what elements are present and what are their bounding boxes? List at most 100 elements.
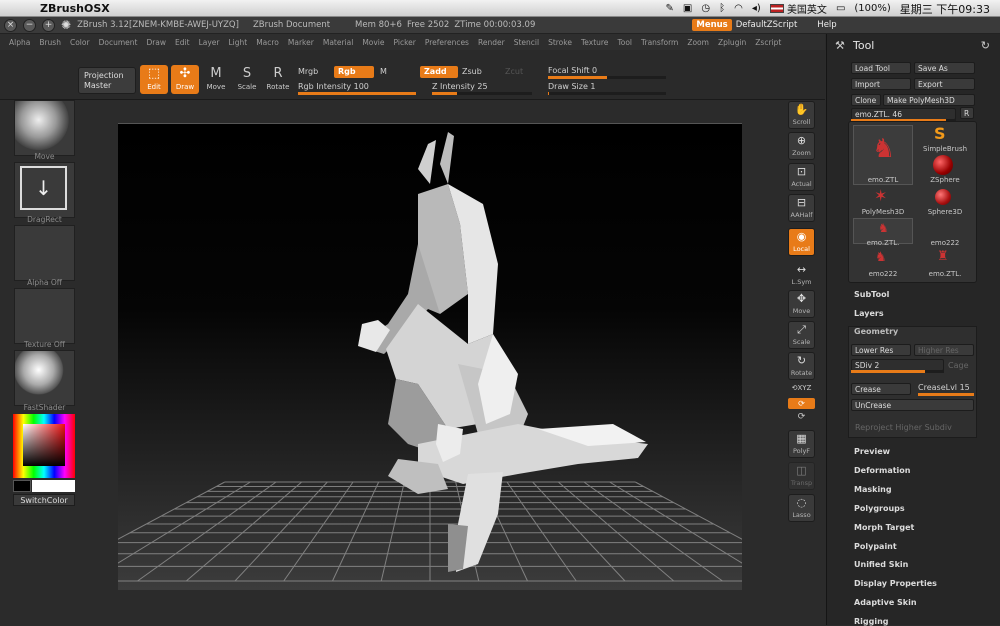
menus-button[interactable]: Menus: [692, 19, 732, 31]
menu-draw[interactable]: Draw: [146, 38, 166, 47]
menu-brush[interactable]: Brush: [39, 38, 61, 47]
focal-shift-slider[interactable]: [548, 76, 666, 79]
script-icon[interactable]: ✎: [666, 3, 674, 14]
higher-res-button[interactable]: Higher Res: [914, 344, 974, 356]
cage-button[interactable]: Cage: [948, 361, 969, 370]
import-button[interactable]: Import: [851, 78, 911, 90]
load-tool-button[interactable]: Load Tool: [851, 62, 911, 74]
scale-button[interactable]: S Scale: [233, 65, 261, 94]
menu-render[interactable]: Render: [478, 38, 505, 47]
menu-zplugin[interactable]: Zplugin: [718, 38, 746, 47]
menu-zscript[interactable]: Zscript: [755, 38, 781, 47]
menu-macro[interactable]: Macro: [256, 38, 279, 47]
maximize-icon[interactable]: +: [42, 18, 55, 32]
color-picker[interactable]: [13, 414, 75, 478]
section-polygroups[interactable]: Polygroups: [854, 504, 905, 513]
help-button[interactable]: Help: [817, 20, 836, 30]
clone-button[interactable]: Clone: [851, 94, 881, 106]
rotate-view-button[interactable]: ↻ Rotate: [788, 352, 815, 380]
layers-section[interactable]: Layers: [854, 309, 884, 318]
export-button[interactable]: Export: [914, 78, 975, 90]
move-button[interactable]: M Move: [202, 65, 230, 94]
primary-color-swatch[interactable]: [32, 480, 75, 492]
tool-item[interactable]: SimpleBrush: [915, 145, 975, 153]
zsphere-icon[interactable]: [933, 155, 953, 175]
r-button[interactable]: R: [960, 107, 974, 119]
creature-model[interactable]: [358, 132, 648, 572]
mac-app-name[interactable]: ZBrushOSX: [40, 2, 110, 15]
close-icon[interactable]: ×: [4, 18, 17, 32]
reproject-button[interactable]: Reproject Higher Subdiv: [855, 423, 952, 432]
rgb-intensity-slider[interactable]: [298, 92, 416, 95]
alpha-thumbnail[interactable]: [14, 225, 75, 281]
menu-tool[interactable]: Tool: [617, 38, 632, 47]
section-masking[interactable]: Masking: [854, 485, 892, 494]
menu-transform[interactable]: Transform: [641, 38, 678, 47]
tool-item[interactable]: emo.ZTL: [853, 176, 913, 184]
color-saturation-square[interactable]: [23, 424, 65, 466]
draw-button[interactable]: ✣ Draw: [171, 65, 199, 94]
section-deformation[interactable]: Deformation: [854, 466, 910, 475]
menu-zoom[interactable]: Zoom: [687, 38, 709, 47]
menu-stencil[interactable]: Stencil: [514, 38, 539, 47]
volume-icon[interactable]: ◂): [752, 3, 761, 14]
zsub-button[interactable]: Zsub: [462, 67, 482, 76]
tool-title[interactable]: Tool: [853, 39, 874, 52]
lsym-button[interactable]: ↔ L.Sym: [788, 262, 815, 290]
monitor-icon[interactable]: ▣: [683, 3, 692, 14]
zcut-button[interactable]: Zcut: [505, 67, 523, 76]
tool-item[interactable]: emo222: [915, 239, 975, 247]
menu-light[interactable]: Light: [228, 38, 247, 47]
tool-item[interactable]: ZSphere: [915, 176, 975, 184]
move-view-button[interactable]: ✥ Move: [788, 290, 815, 318]
tool-item[interactable]: Sphere3D: [915, 208, 975, 216]
tool-item[interactable]: emo.ZTL.: [915, 270, 975, 278]
menu-stroke[interactable]: Stroke: [548, 38, 572, 47]
brush-thumbnail[interactable]: [14, 100, 75, 156]
transp-button[interactable]: ◫ Transp: [788, 462, 815, 490]
minimize-icon[interactable]: −: [23, 18, 36, 32]
bluetooth-icon[interactable]: ᛒ: [719, 3, 725, 14]
lasso-button[interactable]: ◌ Lasso: [788, 494, 815, 522]
tool-item[interactable]: emo.ZTL.: [853, 239, 913, 247]
lower-res-button[interactable]: Lower Res: [851, 344, 911, 356]
y-rotate-button[interactable]: ⟳: [788, 398, 815, 409]
menu-material[interactable]: Material: [323, 38, 353, 47]
creaselvl-slider[interactable]: [918, 393, 974, 396]
menu-movie[interactable]: Movie: [362, 38, 384, 47]
m-button[interactable]: M: [380, 67, 387, 76]
subtool-section[interactable]: SubTool: [854, 290, 889, 299]
emo-figure-icon[interactable]: ♜: [937, 249, 949, 264]
tool-item[interactable]: emo222: [853, 270, 913, 278]
menu-texture[interactable]: Texture: [581, 38, 608, 47]
zadd-button[interactable]: Zadd: [420, 66, 458, 78]
switch-color-button[interactable]: SwitchColor: [13, 494, 75, 506]
crease-button[interactable]: Crease: [851, 383, 911, 395]
tool-item[interactable]: PolyMesh3D: [853, 208, 913, 216]
section-unified-skin[interactable]: Unified Skin: [854, 560, 908, 569]
projection-master-button[interactable]: Projection Master: [78, 67, 136, 94]
section-display-properties[interactable]: Display Properties: [854, 579, 937, 588]
menu-picker[interactable]: Picker: [394, 38, 416, 47]
section-adaptive-skin[interactable]: Adaptive Skin: [854, 598, 917, 607]
edit-button[interactable]: ⬚ Edit: [140, 65, 168, 94]
rgb-button[interactable]: Rgb: [334, 66, 374, 78]
emo222-icon[interactable]: ♞: [875, 250, 887, 265]
material-thumbnail[interactable]: [14, 350, 75, 406]
menu-marker[interactable]: Marker: [288, 38, 314, 47]
wifi-icon[interactable]: ◠: [734, 3, 743, 14]
actual-button[interactable]: ⊡ Actual: [788, 163, 815, 191]
local-button[interactable]: ◉ Local: [788, 228, 815, 256]
document-canvas[interactable]: [118, 123, 742, 590]
time-machine-icon[interactable]: ◷: [701, 3, 710, 14]
geometry-header[interactable]: Geometry: [854, 327, 898, 336]
input-method[interactable]: 美国英文: [769, 1, 827, 16]
xyz-button[interactable]: ⟲XYZ: [788, 384, 815, 392]
section-preview[interactable]: Preview: [854, 447, 890, 456]
section-polypaint[interactable]: Polypaint: [854, 542, 897, 551]
default-zscript-button[interactable]: DefaultZScript: [736, 20, 798, 30]
make-polymesh-button[interactable]: Make PolyMesh3D: [883, 94, 975, 106]
polymesh-icon[interactable]: ✶: [874, 186, 887, 205]
mrgb-button[interactable]: Mrgb: [298, 67, 318, 76]
zoom-button[interactable]: ⊕ Zoom: [788, 132, 815, 160]
